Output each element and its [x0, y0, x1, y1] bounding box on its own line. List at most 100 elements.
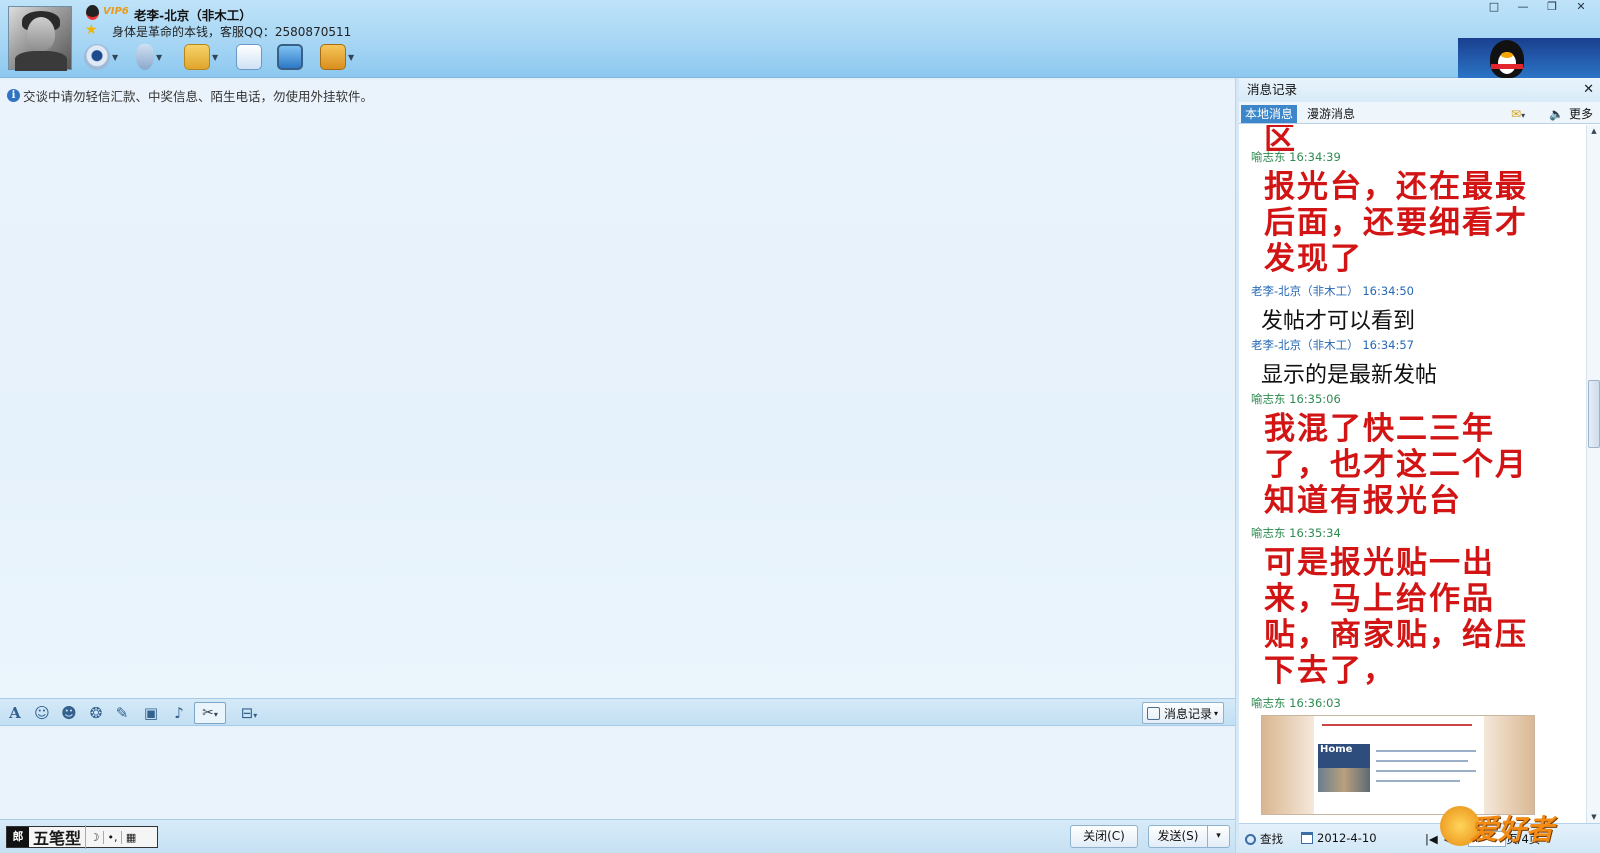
microphone-icon [136, 44, 154, 70]
scrollbar-thumb[interactable] [1588, 380, 1600, 448]
contact-name[interactable]: 老李-北京（非木工） [134, 5, 252, 24]
message-manager-icon[interactable]: ✉▾ [1511, 105, 1525, 125]
app-box-icon [320, 44, 346, 70]
chat-message-area[interactable] [0, 80, 1235, 698]
message-meta: 喻志东 16:34:39 [1251, 149, 1341, 165]
watermark-text: 爱好者 [1470, 813, 1555, 846]
penguin-scarf [1491, 64, 1523, 69]
message-sender: 喻志东 [1251, 392, 1286, 406]
ime-punctuation-toggle[interactable]: •, [104, 830, 123, 844]
history-tabs: 本地消息 漫游消息 ✉▾ 🔈 更多 [1239, 102, 1600, 124]
ime-mode[interactable]: 五笔型 [29, 825, 87, 849]
image-text-line [1376, 770, 1476, 772]
qq-penguin-banner[interactable] [1458, 38, 1600, 78]
magic-emoticon-icon[interactable]: ☻ [60, 704, 78, 722]
group-message-icon [236, 44, 262, 70]
message-input[interactable] [0, 727, 1235, 819]
send-button[interactable]: 发送(S) [1148, 825, 1208, 848]
chat-window-header: VIP6 老李-北京（非木工） ★ 身体是革命的本钱，客服QQ：25808705… [0, 0, 1600, 78]
message-time: 16:34:39 [1289, 150, 1341, 164]
date-picker[interactable]: 2012-4-10 [1301, 831, 1377, 845]
chevron-down-icon[interactable]: ▼ [112, 53, 118, 62]
image-border-right [1484, 716, 1534, 814]
remote-desktop-icon [277, 44, 303, 70]
bottom-bar: 郎 五笔型 ☽ •, ▦ 关闭(C) 发送(S) ▾ [0, 819, 1235, 853]
message-text: 我混了快二三年了，也才这二个月知道有报光台 [1264, 411, 1528, 519]
chevron-down-icon[interactable]: ▾ [1214, 709, 1218, 718]
contact-avatar[interactable] [8, 6, 72, 71]
message-text: 发帖才可以看到 [1261, 309, 1416, 334]
message-history-button[interactable]: 消息记录 ▾ [1142, 702, 1224, 724]
font-icon[interactable]: A [6, 704, 24, 722]
message-meta: 老李-北京（非木工） 16:34:50 [1251, 283, 1414, 299]
message-time: 16:36:03 [1289, 696, 1341, 710]
chevron-down-icon[interactable]: ▼ [212, 53, 218, 62]
penguin-beak [1501, 52, 1513, 58]
search-label: 查找 [1260, 832, 1283, 846]
scribble-icon[interactable]: ✎ [113, 704, 131, 722]
skin-button[interactable]: □ [1480, 0, 1508, 14]
message-meta: 喻志东 16:35:06 [1251, 391, 1341, 407]
voice-button[interactable]: ▼ [132, 42, 162, 72]
search-history-button[interactable]: 查找 [1245, 831, 1283, 847]
soft-keyboard-icon[interactable]: ▦ [122, 831, 140, 844]
toolbox-icon[interactable]: ⊟▾ [235, 704, 263, 722]
calendar-icon [1301, 832, 1313, 844]
clock-icon [1147, 706, 1160, 720]
chevron-down-icon[interactable]: ▼ [156, 53, 162, 62]
emoticon-icon[interactable]: ☺ [33, 704, 51, 722]
chevron-down-icon[interactable]: ▼ [348, 53, 354, 62]
music-icon[interactable]: ♪ [170, 704, 188, 722]
close-window-button[interactable]: ✕ [1567, 0, 1595, 14]
message-history-label: 消息记录 [1164, 706, 1213, 721]
maximize-button[interactable]: ❐ [1538, 0, 1566, 14]
message-text: 可是报光贴一出来，马上给作品贴，商家贴，给压下去了， [1264, 545, 1528, 689]
app-box-button[interactable]: ▼ [320, 42, 354, 72]
history-panel-title: 消息记录 [1239, 78, 1600, 102]
image-text-line [1376, 760, 1468, 762]
history-scrollbar[interactable]: ▲ ▼ [1586, 125, 1600, 823]
tab-roaming-messages[interactable]: 漫游消息 [1303, 105, 1359, 123]
close-button[interactable]: 关闭(C) [1070, 825, 1138, 848]
message-image[interactable]: Home [1261, 715, 1535, 815]
message-sender: 老李-北京（非木工） [1251, 284, 1359, 298]
message-time: 16:35:34 [1289, 526, 1341, 540]
tab-local-messages[interactable]: 本地消息 [1241, 105, 1298, 123]
ime-status-bar[interactable]: 郎 五笔型 ☽ •, ▦ [6, 825, 158, 849]
image-photo [1318, 768, 1370, 792]
webcam-button[interactable]: ▼ [84, 42, 118, 72]
info-icon: i [7, 89, 20, 102]
send-options-dropdown[interactable]: ▾ [1208, 825, 1230, 848]
search-icon [1245, 833, 1256, 845]
message-time: 16:34:57 [1362, 338, 1414, 352]
ime-logo[interactable]: 郎 [7, 827, 29, 847]
safety-notice: i 交谈中请勿轻信汇款、中奖信息、陌生电话，勿使用外挂软件。 [7, 86, 373, 105]
message-meta: 喻志东 16:36:03 [1251, 695, 1341, 711]
message-history-panel: 消息记录 ✕ 本地消息 漫游消息 ✉▾ 🔈 更多 区 喻志东 16:34:39 … [1239, 78, 1600, 853]
send-image-icon[interactable]: ▣ [142, 704, 160, 722]
message-sender: 喻志东 [1251, 150, 1286, 164]
message-text: 报光台，还在最最后面，还要细看才发现了 [1264, 169, 1528, 277]
shake-window-icon[interactable]: ❂ [87, 704, 105, 722]
date-value: 2012-4-10 [1317, 831, 1377, 845]
webcam-icon [84, 44, 110, 70]
minimize-button[interactable]: — [1509, 0, 1537, 14]
speaker-icon[interactable]: 🔈 [1549, 105, 1564, 123]
chevron-down-icon[interactable]: ▾ [214, 710, 218, 719]
remote-desktop-button[interactable] [277, 42, 303, 72]
scroll-up-icon[interactable]: ▲ [1588, 125, 1600, 137]
watermark-logo: 爱好者 [1440, 806, 1600, 848]
message-meta: 喻志东 16:35:34 [1251, 525, 1341, 541]
safety-notice-text: 交谈中请勿轻信汇款、中奖信息、陌生电话，勿使用外挂软件。 [23, 89, 374, 104]
screenshot-button[interactable]: ✂▾ [194, 702, 226, 724]
more-button[interactable]: 更多 [1569, 105, 1593, 123]
send-file-button[interactable]: ▼ [184, 42, 218, 72]
group-message-button[interactable] [236, 42, 262, 72]
close-history-button[interactable]: ✕ [1583, 78, 1594, 102]
ime-fullwidth-toggle[interactable]: ☽ [86, 830, 105, 844]
first-page-icon[interactable]: |◀ [1425, 832, 1438, 846]
send-file-icon [184, 44, 210, 70]
message-text: 显示的是最新发帖 [1261, 363, 1438, 388]
message-sender: 喻志东 [1251, 526, 1286, 540]
history-message-list[interactable]: 区 喻志东 16:34:39 报光台，还在最最后面，还要细看才发现了 老李-北京… [1239, 125, 1586, 823]
